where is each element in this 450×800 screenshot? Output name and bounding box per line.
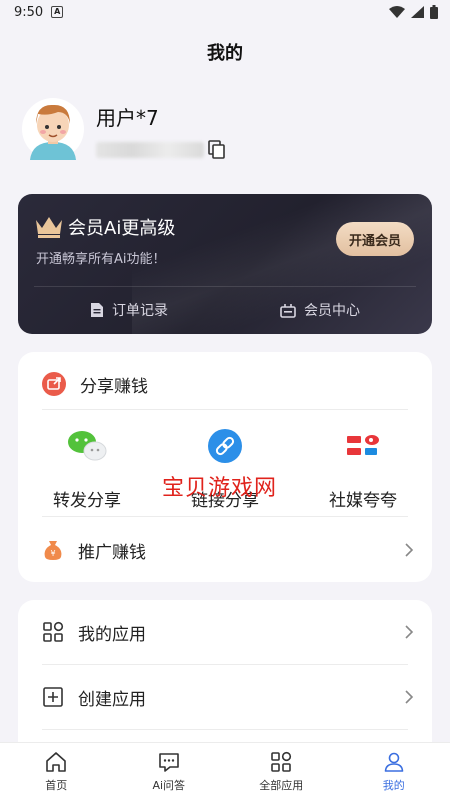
status-time: 9:50 xyxy=(14,4,44,20)
notification-a-icon: A xyxy=(51,6,64,18)
home-icon xyxy=(46,752,67,772)
vip-subtitle: 开通畅享所有Ai功能！ xyxy=(36,252,166,267)
share-option-label: 转发分享 xyxy=(53,491,121,511)
share-icon xyxy=(42,372,66,396)
share-option-forward[interactable]: 转发分享 xyxy=(18,424,156,516)
order-records-link[interactable]: 订单记录 xyxy=(90,300,168,320)
share-option-label: 链接分享 xyxy=(191,491,259,511)
chevron-right-icon xyxy=(405,690,414,704)
copy-icon[interactable] xyxy=(208,140,226,160)
chevron-right-icon xyxy=(405,543,414,557)
crown-icon xyxy=(36,217,62,238)
create-app-row[interactable]: 创建应用 xyxy=(18,665,432,729)
share-option-label: 社媒夸夸 xyxy=(329,491,397,511)
apps-icon xyxy=(271,751,292,772)
chevron-right-icon xyxy=(405,625,414,639)
my-apps-label: 我的应用 xyxy=(78,624,146,645)
username: 用户*7 xyxy=(96,106,159,130)
tab-all-apps[interactable]: 全部应用 xyxy=(225,743,338,800)
money-bag-icon: ¥ xyxy=(44,541,62,560)
vip-title: 会员Ai更高级 xyxy=(68,218,176,239)
profile-section: 用户*7 xyxy=(0,80,450,190)
create-app-label: 创建应用 xyxy=(78,689,146,710)
promote-earn-row[interactable]: ¥ 推广赚钱 xyxy=(18,518,432,582)
tab-label: 全部应用 xyxy=(259,779,304,792)
order-records-label: 订单记录 xyxy=(112,303,168,319)
divider xyxy=(42,409,408,410)
tab-ai-qa[interactable]: Ai问答 xyxy=(113,743,226,800)
apps-card: 我的应用 创建应用 xyxy=(18,600,432,760)
gift-icon xyxy=(280,304,296,318)
share-option-link[interactable]: 链接分享 xyxy=(156,424,294,516)
vip-center-link[interactable]: 会员中心 xyxy=(280,300,360,320)
user-id-blurred xyxy=(96,142,204,158)
add-square-icon xyxy=(43,687,63,707)
my-apps-row[interactable]: 我的应用 xyxy=(18,600,432,664)
vip-card[interactable]: 会员Ai更高级 开通畅享所有Ai功能！ 开通会员 订单记录 会员中心 xyxy=(18,194,432,334)
promote-earn-label: 推广赚钱 xyxy=(78,542,146,563)
signal-icon xyxy=(411,6,424,18)
user-icon xyxy=(384,752,404,772)
share-option-social[interactable]: 社媒夸夸 xyxy=(294,424,432,516)
tab-label: Ai问答 xyxy=(152,779,186,792)
document-icon xyxy=(91,303,103,317)
share-earn-title: 分享赚钱 xyxy=(80,376,148,397)
page-title: 我的 xyxy=(207,43,243,64)
divider xyxy=(42,729,408,730)
open-vip-button[interactable]: 开通会员 xyxy=(336,222,414,256)
share-card: 分享赚钱 转发分享 链接分享 社媒夸夸 ¥ 推广赚钱 xyxy=(18,352,432,582)
vip-divider xyxy=(34,286,416,287)
vip-center-label: 会员中心 xyxy=(304,303,360,319)
chat-icon xyxy=(158,753,179,772)
avatar[interactable] xyxy=(22,98,84,160)
divider xyxy=(42,516,408,517)
bottom-tab-bar: 首页 Ai问答 全部应用 我的 xyxy=(0,742,450,800)
wechat-icon xyxy=(68,431,107,461)
tab-home[interactable]: 首页 xyxy=(0,743,113,800)
svg-text:¥: ¥ xyxy=(50,549,55,558)
wifi-icon xyxy=(389,6,405,18)
tab-label: 我的 xyxy=(382,779,405,792)
battery-icon xyxy=(430,5,438,19)
link-icon xyxy=(208,429,242,463)
share-earn-header[interactable]: 分享赚钱 xyxy=(18,352,432,416)
tab-label: 首页 xyxy=(45,779,68,792)
social-media-icon xyxy=(347,435,379,455)
tab-mine[interactable]: 我的 xyxy=(338,743,450,800)
apps-grid-icon xyxy=(43,621,64,642)
status-bar: 9:50 A xyxy=(0,0,450,24)
share-options: 转发分享 链接分享 社媒夸夸 xyxy=(18,424,432,516)
